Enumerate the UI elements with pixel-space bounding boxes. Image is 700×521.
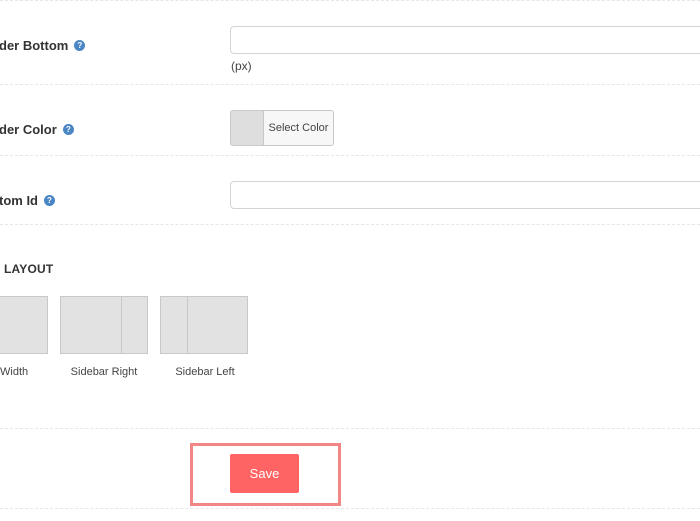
row-divider [0, 428, 700, 429]
settings-panel: der Bottom? (px) der Color? Select Color… [0, 0, 700, 521]
row-divider [0, 84, 700, 85]
sidebar-divider [121, 297, 122, 353]
sidebar-divider [187, 297, 188, 353]
layout-section-title: LAYOUT [4, 262, 54, 276]
border-bottom-label-text: der Bottom [0, 38, 69, 53]
custom-id-label: tom Id? [0, 193, 55, 208]
help-icon[interactable]: ? [74, 40, 86, 52]
layout-option-sidebar-right[interactable] [60, 296, 148, 354]
layout-caption-sidebar-left: Sidebar Left [175, 366, 235, 378]
layout-option-full-width[interactable] [0, 296, 48, 354]
custom-id-input[interactable] [230, 181, 700, 209]
help-icon[interactable]: ? [44, 195, 55, 207]
border-color-label-text: der Color [0, 122, 57, 137]
border-bottom-label: der Bottom? [0, 38, 86, 53]
row-divider [0, 224, 700, 225]
layout-caption-sidebar-right: Sidebar Right [70, 366, 138, 378]
row-divider [0, 155, 700, 156]
select-color-button-label[interactable]: Select Color [264, 111, 333, 145]
layout-caption-full-width: Width [0, 366, 29, 378]
border-bottom-input[interactable] [230, 26, 700, 54]
border-bottom-unit: (px) [231, 59, 252, 73]
row-divider [0, 508, 700, 509]
help-icon[interactable]: ? [62, 124, 74, 136]
border-color-label: der Color? [0, 122, 74, 137]
save-button[interactable]: Save [230, 454, 299, 493]
custom-id-label-text: tom Id [0, 193, 38, 208]
row-divider [0, 0, 700, 1]
border-color-picker[interactable]: Select Color [230, 110, 334, 146]
color-swatch[interactable] [231, 111, 264, 145]
layout-option-sidebar-left[interactable] [160, 296, 248, 354]
